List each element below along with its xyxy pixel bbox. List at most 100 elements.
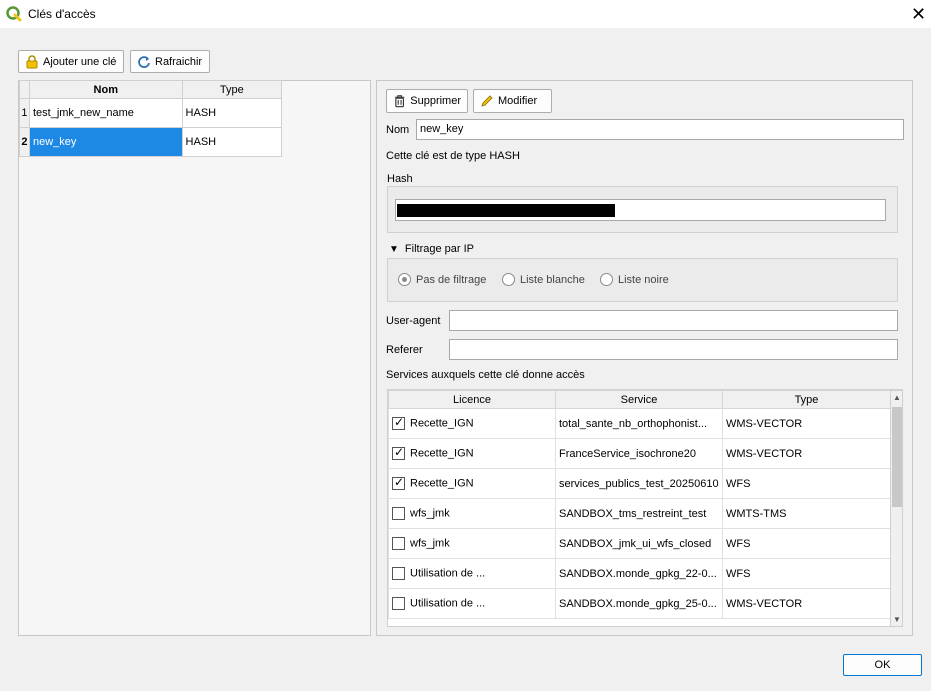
radio-blacklist[interactable]: Liste noire <box>600 273 669 286</box>
row-number-header <box>19 80 30 99</box>
ip-filter-label: Filtrage par IP <box>404 243 474 255</box>
key-type-cell[interactable]: HASH <box>181 98 283 128</box>
name-input[interactable]: new_key <box>416 119 904 140</box>
column-header-type[interactable]: Type <box>722 390 891 409</box>
licence-label: Utilisation de ... <box>410 567 486 580</box>
qgis-logo-icon <box>6 6 22 22</box>
licence-cell[interactable]: Recette_IGN <box>388 468 556 499</box>
column-header-licence[interactable]: Licence <box>388 390 556 409</box>
checkbox-checked[interactable] <box>392 415 405 430</box>
delete-button[interactable]: Supprimer <box>386 89 468 113</box>
radio-no-filter[interactable]: Pas de filtrage <box>398 273 486 286</box>
service-type-cell[interactable]: WFS <box>722 558 891 589</box>
licence-cell[interactable]: Recette_IGN <box>388 408 556 439</box>
key-type-text: Cette clé est de type HASH <box>386 150 520 162</box>
service-type-cell[interactable]: WFS <box>722 528 891 559</box>
licence-cell[interactable]: Recette_IGN <box>388 438 556 469</box>
licence-label: Recette_IGN <box>410 477 474 490</box>
table-row[interactable]: Recette_IGN FranceService_isochrone20WMS-… <box>388 438 891 469</box>
table-row-selected[interactable]: 2 new_key HASH <box>19 127 283 157</box>
key-name-cell[interactable]: test_jmk_new_name <box>28 98 183 128</box>
user-agent-label: User-agent <box>386 315 441 327</box>
scroll-up-icon[interactable]: ▲ <box>891 391 902 405</box>
radio-unchecked-icon <box>600 273 613 286</box>
service-cell[interactable]: SANDBOX_tms_restreint_test <box>555 498 723 529</box>
service-cell[interactable]: SANDBOX_jmk_ui_wfs_closed <box>555 528 723 559</box>
close-button[interactable]: ✕ <box>906 2 931 26</box>
service-type-cell[interactable]: WFS <box>722 468 891 499</box>
table-row[interactable]: Recette_IGN services_publics_test_2025061… <box>388 468 891 499</box>
referer-input[interactable] <box>449 339 898 360</box>
referer-label: Referer <box>386 344 423 356</box>
checkbox-unchecked[interactable] <box>392 567 405 580</box>
add-key-label: Ajouter une clé <box>43 55 117 68</box>
radio-whitelist-label: Liste blanche <box>520 273 585 286</box>
ok-label: OK <box>874 659 891 671</box>
service-type-cell[interactable]: WMS-VECTOR <box>722 588 891 619</box>
table-row[interactable]: Utilisation de ... SANDBOX.monde_gpkg_25-… <box>388 588 891 619</box>
service-cell[interactable]: SANDBOX.monde_gpkg_25-0... <box>555 588 723 619</box>
column-header-nom[interactable]: Nom <box>28 80 183 99</box>
service-cell[interactable]: total_sante_nb_orthophonist... <box>555 408 723 439</box>
hash-label: Hash <box>387 173 413 185</box>
column-header-service[interactable]: Service <box>555 390 723 409</box>
refresh-label: Rafraichir <box>155 55 203 68</box>
licence-cell[interactable]: Utilisation de ... <box>388 588 556 619</box>
modify-label: Modifier <box>498 95 538 107</box>
checkbox-unchecked[interactable] <box>392 597 405 610</box>
modify-button[interactable]: Modifier <box>473 89 552 113</box>
key-type-cell[interactable]: HASH <box>181 127 283 157</box>
table-row[interactable]: wfs_jmk SANDBOX_tms_restreint_test WMTS-TM… <box>388 498 891 529</box>
services-table-viewport[interactable]: Licence Service Type Recette_IGN total_sa… <box>387 389 903 627</box>
checkbox-checked[interactable] <box>392 475 405 490</box>
services-scrollbar[interactable]: ▲ ▼ <box>890 390 902 626</box>
scroll-down-icon[interactable]: ▼ <box>891 613 902 626</box>
key-name-cell[interactable]: new_key <box>28 127 183 157</box>
ip-filter-toggle[interactable]: ▼ Filtrage par IP <box>389 243 474 255</box>
window-titlebar: Clés d'accès ✕ <box>0 0 931 28</box>
licence-label: Recette_IGN <box>410 417 474 430</box>
radio-blacklist-label: Liste noire <box>618 273 669 286</box>
service-type-cell[interactable]: WMS-VECTOR <box>722 408 891 439</box>
delete-label: Supprimer <box>410 95 461 107</box>
checkbox-checked[interactable] <box>392 445 405 460</box>
radio-unchecked-icon <box>502 273 515 286</box>
trash-icon <box>394 95 405 108</box>
service-type-cell[interactable]: WMS-VECTOR <box>722 438 891 469</box>
user-agent-input[interactable] <box>449 310 898 331</box>
licence-cell[interactable]: Utilisation de ... <box>388 558 556 589</box>
service-cell[interactable]: SANDBOX.monde_gpkg_22-0... <box>555 558 723 589</box>
service-type-cell[interactable]: WMTS-TMS <box>722 498 891 529</box>
column-header-type[interactable]: Type <box>181 80 283 99</box>
licence-cell[interactable]: wfs_jmk <box>388 528 556 559</box>
triangle-down-icon: ▼ <box>389 243 399 255</box>
lock-icon <box>26 54 38 68</box>
table-row[interactable]: wfs_jmk SANDBOX_jmk_ui_wfs_closed WFS <box>388 528 891 559</box>
service-cell[interactable]: FranceService_isochrone20 <box>555 438 723 469</box>
licence-label: wfs_jmk <box>410 507 450 520</box>
refresh-button[interactable]: Rafraichir <box>130 50 210 73</box>
service-cell[interactable]: services_publics_test_20250610 <box>555 468 723 499</box>
licence-cell[interactable]: wfs_jmk <box>388 498 556 529</box>
radio-whitelist[interactable]: Liste blanche <box>502 273 585 286</box>
keys-table: Nom Type 1 test_jmk_new_name HASH 2 new_… <box>19 80 283 157</box>
pencil-icon <box>481 95 493 107</box>
row-number: 1 <box>19 98 30 128</box>
services-table: Licence Service Type Recette_IGN total_sa… <box>388 390 891 619</box>
licence-label: Recette_IGN <box>410 447 474 460</box>
name-label: Nom <box>386 124 410 136</box>
scroll-thumb[interactable] <box>892 407 902 507</box>
window-title: Clés d'accès <box>28 7 96 21</box>
services-label: Services auxquels cette clé donne accès <box>386 369 585 381</box>
table-row[interactable]: Recette_IGN total_sante_nb_orthophonist..… <box>388 408 891 439</box>
table-row[interactable]: Utilisation de ... SANDBOX.monde_gpkg_22-… <box>388 558 891 589</box>
row-number: 2 <box>19 127 30 157</box>
checkbox-unchecked[interactable] <box>392 507 405 520</box>
checkbox-unchecked[interactable] <box>392 537 405 550</box>
table-row[interactable]: 1 test_jmk_new_name HASH <box>19 98 283 128</box>
ok-button[interactable]: OK <box>843 654 922 676</box>
licence-label: Utilisation de ... <box>410 597 486 610</box>
hash-field[interactable] <box>395 199 886 221</box>
hash-redacted <box>397 204 615 217</box>
add-key-button[interactable]: Ajouter une clé <box>18 50 124 73</box>
